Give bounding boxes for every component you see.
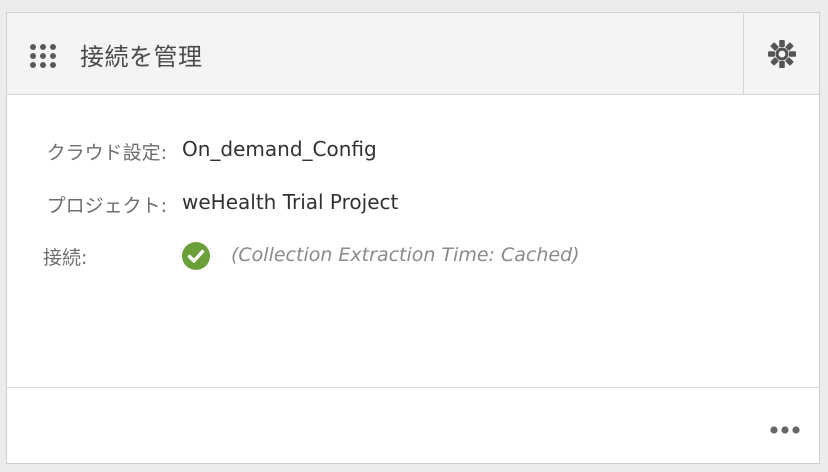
check-circle-icon bbox=[182, 242, 210, 270]
gear-icon bbox=[767, 39, 796, 68]
connection-label: 接続: bbox=[43, 247, 88, 269]
more-horizontal-icon[interactable] bbox=[769, 425, 801, 435]
connection-row: 接続: (Collection Extraction Time: Cached) bbox=[7, 241, 819, 271]
card-title: 接続を管理 bbox=[80, 43, 203, 71]
grip-dots-icon[interactable] bbox=[29, 43, 57, 69]
cloud-config-label: クラウド設定: bbox=[46, 142, 167, 164]
card-footer bbox=[7, 387, 819, 463]
settings-button[interactable] bbox=[743, 13, 819, 94]
project-value: weHealth Trial Project bbox=[182, 190, 399, 214]
cloud-config-value: On_demand_Config bbox=[182, 137, 377, 161]
manage-connections-card: 接続を管理 クラウド設定: On_demand_Config プロジェクト: w… bbox=[6, 12, 820, 464]
card-body: クラウド設定: On_demand_Config プロジェクト: weHealt… bbox=[7, 95, 819, 388]
project-row: プロジェクト: weHealth Trial Project bbox=[7, 188, 819, 218]
project-label: プロジェクト: bbox=[46, 195, 167, 217]
card-header: 接続を管理 bbox=[7, 13, 819, 95]
cloud-config-row: クラウド設定: On_demand_Config bbox=[7, 135, 819, 165]
connection-status-text: (Collection Extraction Time: Cached) bbox=[231, 244, 580, 266]
